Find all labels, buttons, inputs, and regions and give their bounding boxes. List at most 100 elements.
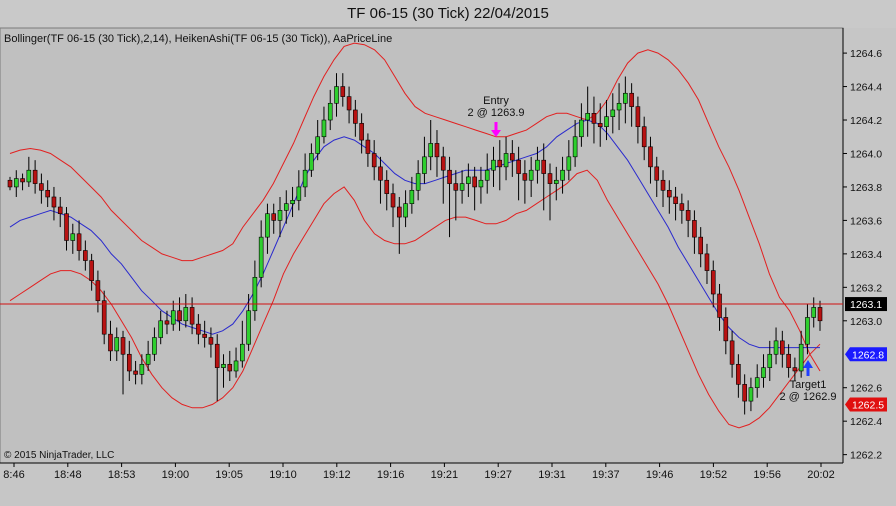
- candle-body: [798, 343, 804, 372]
- candle-body: [315, 136, 320, 154]
- price-tick-label: 1263.4: [850, 249, 882, 261]
- candle-body: [89, 260, 94, 281]
- candle-body: [170, 310, 176, 325]
- candle-body: [158, 320, 163, 338]
- candle-body: [233, 360, 239, 372]
- candle-body: [7, 179, 13, 188]
- candle-body: [202, 333, 207, 338]
- candle-body: [265, 213, 270, 238]
- candle-body: [321, 119, 327, 138]
- candle-body: [541, 159, 547, 174]
- candle-body: [214, 343, 220, 368]
- candle-body: [384, 179, 390, 194]
- time-tick-label: 19:27: [484, 469, 512, 481]
- candle-body: [654, 166, 660, 181]
- candle-body: [83, 250, 88, 261]
- indicator-legend: Bollinger(TF 06-15 (30 Tick),2,14), Heik…: [4, 33, 392, 45]
- candle-body: [616, 102, 622, 111]
- candle-body: [579, 119, 584, 138]
- candle-body: [403, 203, 408, 218]
- time-tick-label: 19:37: [592, 469, 620, 481]
- candle-body: [13, 178, 19, 188]
- candle-body: [610, 109, 616, 117]
- candle-body: [183, 307, 189, 322]
- candle-body: [459, 183, 465, 191]
- candle-body: [101, 300, 107, 335]
- candle-body: [145, 353, 151, 365]
- price-tick-label: 1264.6: [850, 48, 882, 60]
- candle-body: [786, 353, 791, 368]
- price-tick-label: 1264.0: [850, 148, 882, 160]
- candle-body: [503, 153, 509, 168]
- candle-body: [51, 196, 57, 208]
- time-tick-label: 19:31: [538, 469, 566, 481]
- candle-body: [290, 200, 295, 204]
- candle-body: [353, 109, 358, 124]
- candle-body: [409, 189, 415, 204]
- time-tick-label: 19:05: [215, 469, 243, 481]
- candle-body: [641, 126, 647, 148]
- candle-body: [723, 317, 729, 342]
- time-tick-label: 19:21: [431, 469, 459, 481]
- time-tick-label: 18:48: [54, 469, 82, 481]
- candle-body: [428, 143, 433, 158]
- candle-body: [710, 270, 716, 295]
- candle-body: [597, 123, 603, 128]
- candle-body: [478, 179, 484, 188]
- candle-body: [447, 169, 452, 184]
- candle-body: [365, 139, 371, 154]
- candle-body: [127, 353, 132, 372]
- time-tick-label: 18:53: [108, 469, 136, 481]
- time-tick-label: 20:02: [807, 469, 835, 481]
- time-tick-label: 19:16: [377, 469, 405, 481]
- candle-body: [139, 363, 145, 375]
- price-chart[interactable]: Bollinger(TF 06-15 (30 Tick),2,14), Heik…: [0, 0, 896, 506]
- copyright-notice: © 2015 NinjaTrader, LLC: [4, 450, 114, 461]
- target-detail: 2 @ 1262.9: [779, 391, 836, 403]
- candle-body: [371, 153, 377, 168]
- candle-body: [39, 183, 44, 191]
- price-marker-label: 1262.8: [852, 349, 884, 361]
- candle-body: [535, 159, 540, 171]
- candle-body: [133, 370, 138, 375]
- candle-body: [805, 317, 810, 345]
- candle-body: [283, 203, 289, 211]
- plot-area[interactable]: [0, 27, 844, 464]
- candle-body: [673, 196, 678, 204]
- candle-body: [227, 363, 233, 372]
- candle-body: [510, 153, 515, 161]
- candle-body: [208, 337, 214, 345]
- current-price-label: 1263.1: [850, 299, 882, 311]
- candle-body: [359, 123, 364, 141]
- candle-body: [177, 310, 182, 322]
- candle-body: [309, 153, 314, 171]
- candle-body: [717, 293, 722, 318]
- candle-body: [629, 92, 634, 107]
- candle-body: [415, 173, 421, 191]
- candle-body: [327, 102, 333, 121]
- candle-body: [660, 179, 666, 191]
- candle-body: [252, 276, 258, 312]
- candle-body: [45, 189, 50, 198]
- candle-body: [76, 233, 82, 251]
- candle-body: [70, 233, 76, 241]
- candle-body: [466, 176, 471, 184]
- candle-body: [811, 307, 817, 318]
- candle-body: [164, 320, 170, 325]
- candle-body: [390, 193, 396, 208]
- candle-body: [296, 186, 302, 201]
- candle-body: [277, 210, 283, 221]
- candle-body: [108, 333, 113, 352]
- candle-body: [491, 159, 496, 171]
- candle-body: [729, 340, 735, 365]
- candle-body: [566, 156, 572, 171]
- candle-body: [692, 220, 697, 238]
- candle-body: [704, 253, 710, 271]
- candle-body: [196, 323, 201, 335]
- candle-body: [572, 136, 578, 158]
- candle-body: [748, 387, 754, 402]
- candle-body: [560, 169, 565, 181]
- price-tick-label: 1262.6: [850, 383, 882, 395]
- candle-body: [64, 213, 69, 241]
- entry-label: Entry: [483, 95, 509, 107]
